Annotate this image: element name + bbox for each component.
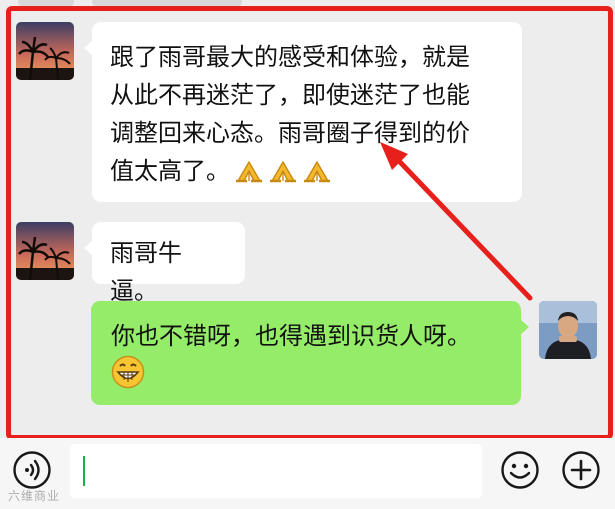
input-bar xyxy=(0,438,615,509)
message-input[interactable] xyxy=(70,444,482,498)
red-highlight-frame xyxy=(6,6,613,440)
more-button[interactable] xyxy=(561,450,601,494)
text-cursor xyxy=(83,456,85,486)
watermark: 六维商业 xyxy=(8,489,61,503)
voice-icon xyxy=(13,451,51,489)
chat-area: 跟了雨哥最大的感受和体验，就是 从此不再迷茫了，即使迷茫了也能 调整回来心态。雨… xyxy=(0,0,615,440)
emoji-button[interactable] xyxy=(500,450,540,494)
emoji-icon xyxy=(501,451,539,489)
plus-icon xyxy=(562,451,600,489)
